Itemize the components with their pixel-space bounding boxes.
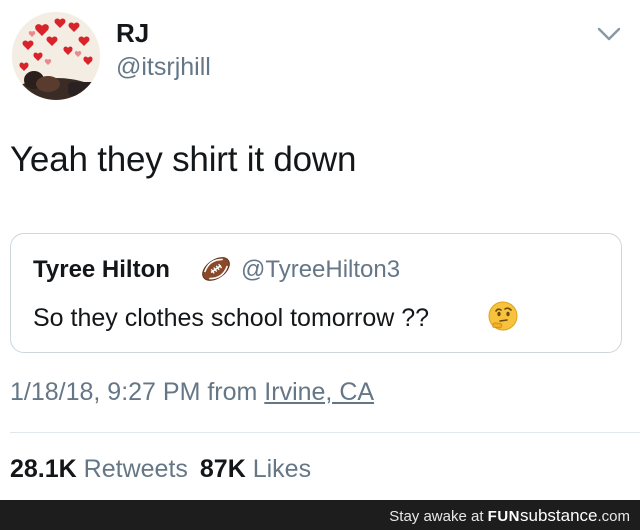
tweet-text: Yeah they shirt it down [10,140,357,179]
likes-label: Likes [252,455,312,483]
chevron-down-icon[interactable] [596,24,622,44]
author-handle[interactable]: @itsrjhill [116,53,211,82]
divider [10,432,640,433]
watermark-prefix: Stay awake at [389,508,488,525]
author-display-name[interactable]: RJ [116,18,149,49]
american-football-icon [199,252,233,286]
timestamp-text: 1/18/18, 9:27 PM from [10,378,265,406]
location-link[interactable]: Irvine, CA [264,378,374,406]
retweets-stat[interactable]: 28.1K Retweets [10,455,188,483]
watermark-suffix: .com [597,508,630,525]
watermark-bar: Stay awake at FUNsubstance.com [0,500,640,530]
retweets-label: Retweets [83,455,188,483]
avatar[interactable] [12,12,100,100]
likes-stat[interactable]: 87K Likes [200,455,311,483]
thinking-face-icon [487,300,519,332]
quoted-author-name[interactable]: Tyree Hilton [33,256,170,284]
retweets-count: 28.1K [10,455,77,483]
tweet-stats: 28.1K Retweets 87K Likes [10,455,311,484]
watermark-text[interactable]: Stay awake at FUNsubstance.com [389,506,630,526]
avatar-image [12,12,100,100]
tweet-card: RJ @itsrjhill Yeah they shirt it down Ty… [0,0,640,500]
quoted-tweet[interactable]: Tyree Hilton @TyreeHilton3 So they cloth… [10,233,622,353]
quoted-author-handle[interactable]: @TyreeHilton3 [241,256,400,284]
likes-count: 87K [199,455,246,483]
watermark-brand-rest: substance [519,506,598,525]
tweet-timestamp: 1/18/18, 9:27 PM from Irvine, CA [10,378,374,407]
quoted-tweet-text: So they clothes school tomorrow ?? [33,304,430,332]
watermark-brand: FUN [487,508,520,525]
